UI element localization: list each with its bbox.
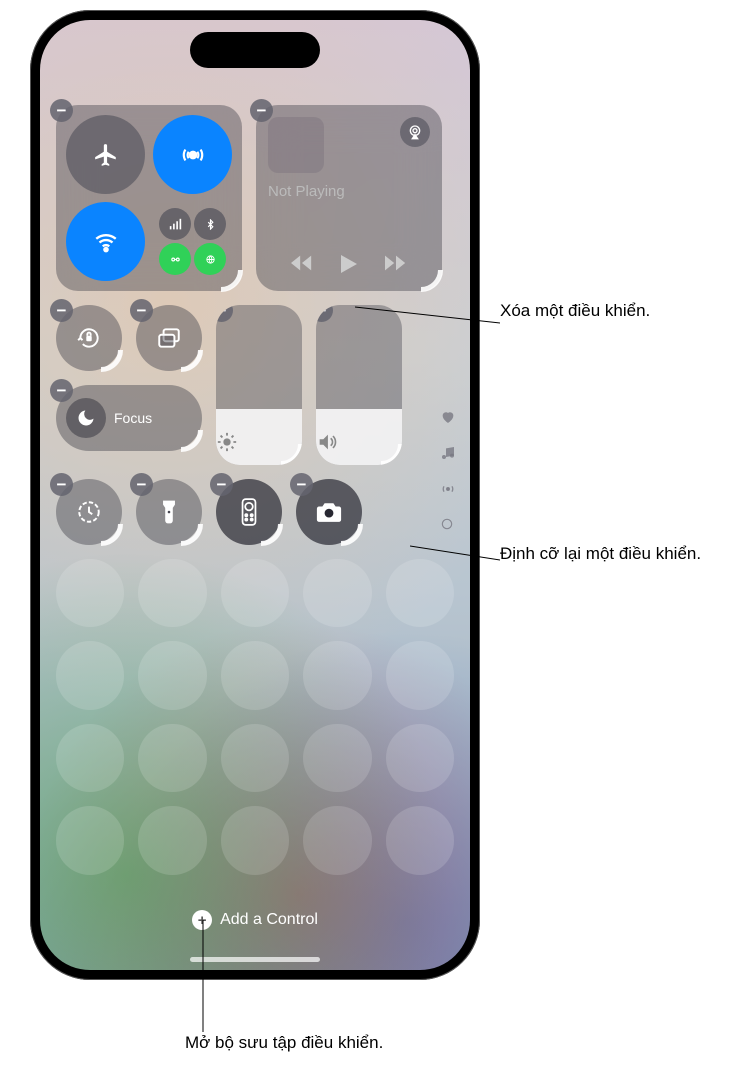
callout-line — [202, 920, 204, 1032]
speaker-icon — [316, 431, 338, 453]
screen-mirroring-icon — [156, 325, 182, 351]
timer-button[interactable]: − — [56, 479, 122, 545]
empty-slot[interactable] — [386, 806, 454, 874]
remove-remote-button[interactable]: − — [210, 473, 233, 496]
empty-slot[interactable] — [221, 559, 289, 627]
prev-track-button[interactable] — [291, 255, 313, 273]
empty-slot[interactable] — [221, 724, 289, 792]
airplay-button[interactable] — [400, 117, 430, 147]
airplane-icon — [93, 142, 119, 168]
empty-slot[interactable] — [138, 559, 206, 627]
resize-handle[interactable] — [421, 270, 443, 292]
brightness-slider[interactable]: − — [216, 305, 302, 465]
next-track-button[interactable] — [385, 255, 407, 273]
empty-slot[interactable] — [56, 559, 124, 627]
empty-slot[interactable] — [138, 724, 206, 792]
screen: − — [40, 20, 470, 970]
media-artwork — [268, 117, 324, 173]
orientation-lock-icon — [76, 325, 102, 351]
sun-icon — [216, 431, 238, 453]
camera-button[interactable]: − — [296, 479, 362, 545]
flashlight-button[interactable]: − — [136, 479, 202, 545]
remove-media-button[interactable]: − — [250, 99, 273, 122]
add-control-label: Add a Control — [220, 911, 318, 929]
play-button[interactable] — [341, 255, 357, 273]
moon-icon — [76, 408, 96, 428]
empty-slot[interactable] — [303, 559, 371, 627]
empty-slot[interactable] — [221, 806, 289, 874]
remove-mirroring-button[interactable]: − — [130, 299, 153, 322]
media-module[interactable]: − Not Playing — [256, 105, 442, 291]
control-center-edit: − — [56, 105, 454, 950]
remove-volume-button[interactable]: − — [316, 305, 333, 322]
focus-label: Focus — [114, 410, 152, 426]
bluetooth-icon — [194, 208, 226, 240]
media-status: Not Playing — [268, 183, 430, 200]
timer-icon — [76, 499, 102, 525]
airplane-mode-toggle[interactable] — [66, 115, 145, 194]
remove-orientation-button[interactable]: − — [50, 299, 73, 322]
airdrop-toggle[interactable] — [153, 115, 232, 194]
airplay-icon — [407, 124, 423, 140]
music-note-icon — [440, 445, 456, 461]
empty-slot[interactable] — [303, 806, 371, 874]
resize-handle[interactable] — [101, 350, 123, 372]
callout-line — [355, 305, 500, 325]
screen-mirroring-button[interactable]: − — [136, 305, 202, 371]
hotspot-icon — [159, 243, 191, 275]
empty-slot[interactable] — [138, 806, 206, 874]
connectivity-module[interactable]: − — [56, 105, 242, 291]
focus-button[interactable]: − Focus — [56, 385, 202, 451]
page-indicators[interactable] — [440, 409, 456, 531]
empty-slot[interactable] — [56, 806, 124, 874]
resize-handle[interactable] — [101, 524, 123, 546]
resize-handle[interactable] — [181, 430, 203, 452]
resize-handle[interactable] — [181, 350, 203, 372]
resize-handle[interactable] — [341, 524, 363, 546]
dynamic-island — [190, 32, 320, 68]
tv-remote-button[interactable]: − — [216, 479, 282, 545]
empty-slot[interactable] — [386, 724, 454, 792]
empty-slots-grid — [56, 559, 454, 875]
iphone-frame: − — [30, 10, 480, 980]
home-indicator[interactable] — [190, 957, 320, 962]
callout-gallery: Mở bộ sưu tập điều khiển. — [185, 1032, 383, 1055]
add-control-button[interactable]: + Add a Control — [40, 910, 470, 930]
empty-slot[interactable] — [386, 641, 454, 709]
callout-resize: Định cỡ lại một điều khiển. — [500, 543, 701, 566]
empty-slot[interactable] — [303, 724, 371, 792]
circle-icon — [440, 517, 454, 531]
orientation-lock-toggle[interactable]: − — [56, 305, 122, 371]
heart-icon — [440, 409, 456, 425]
callout-line — [410, 544, 500, 564]
remove-flashlight-button[interactable]: − — [130, 473, 153, 496]
remove-brightness-button[interactable]: − — [216, 305, 233, 322]
cellular-icon — [159, 208, 191, 240]
remove-timer-button[interactable]: − — [50, 473, 73, 496]
resize-handle[interactable] — [261, 524, 283, 546]
airdrop-icon — [180, 142, 206, 168]
camera-icon — [315, 501, 343, 523]
tv-remote-icon — [241, 498, 257, 526]
remove-camera-button[interactable]: − — [290, 473, 313, 496]
empty-slot[interactable] — [303, 641, 371, 709]
empty-slot[interactable] — [56, 724, 124, 792]
remove-connectivity-button[interactable]: − — [50, 99, 73, 122]
flashlight-icon — [160, 499, 178, 525]
callout-delete: Xóa một điều khiển. — [500, 300, 650, 323]
volume-slider[interactable]: − — [316, 305, 402, 465]
empty-slot[interactable] — [386, 559, 454, 627]
signal-icon — [440, 481, 456, 497]
wifi-toggle[interactable] — [66, 202, 145, 281]
remove-focus-button[interactable]: − — [50, 379, 73, 402]
empty-slot[interactable] — [56, 641, 124, 709]
empty-slot[interactable] — [138, 641, 206, 709]
resize-handle[interactable] — [221, 270, 243, 292]
empty-slot[interactable] — [221, 641, 289, 709]
resize-handle[interactable] — [181, 524, 203, 546]
wifi-icon — [93, 229, 119, 255]
